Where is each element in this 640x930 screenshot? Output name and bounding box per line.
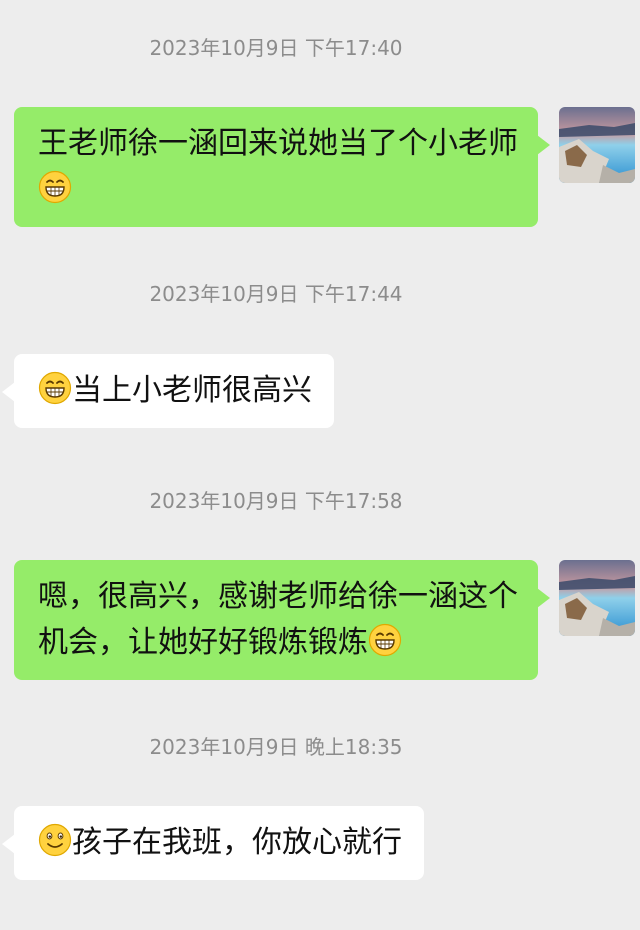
message-text: 嗯，很高兴，感谢老师给徐一涵这个机会，让她好好锻炼锻炼 xyxy=(38,579,518,660)
message-timestamp: 2023年10月9日 下午17:44 xyxy=(149,282,403,306)
sent-message-bubble[interactable]: 嗯，很高兴，感谢老师给徐一涵这个机会，让她好好锻炼锻炼 xyxy=(14,560,550,680)
smile-emoji-icon xyxy=(38,823,72,857)
grin-emoji-icon xyxy=(38,170,72,204)
grin-emoji-icon xyxy=(38,371,72,405)
message-text: 王老师徐一涵回来说她当了个小老师 xyxy=(38,126,518,161)
avatar[interactable] xyxy=(559,107,635,183)
message-text: 孩子在我班，你放心就行 xyxy=(72,825,402,860)
received-message-bubble[interactable]: 当上小老师很高兴 xyxy=(2,354,334,428)
message-text: 当上小老师很高兴 xyxy=(72,373,312,408)
sent-message-bubble[interactable]: 王老师徐一涵回来说她当了个小老师 xyxy=(14,107,550,227)
message-timestamp: 2023年10月9日 晚上18:35 xyxy=(149,735,403,759)
grin-emoji-icon xyxy=(368,623,402,657)
message-timestamp: 2023年10月9日 下午17:58 xyxy=(149,489,403,513)
received-message-bubble[interactable]: 孩子在我班，你放心就行 xyxy=(2,806,424,880)
avatar[interactable] xyxy=(559,560,635,636)
message-timestamp: 2023年10月9日 下午17:40 xyxy=(149,36,403,60)
